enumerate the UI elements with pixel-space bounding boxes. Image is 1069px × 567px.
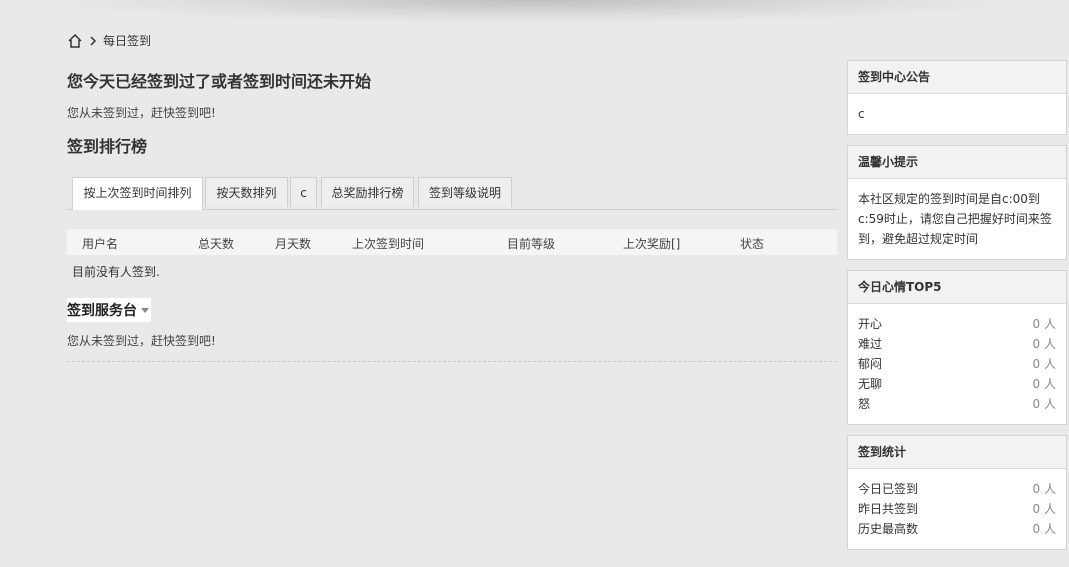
mood-label: 郁闷 — [858, 357, 883, 371]
mood-label: 怒 — [858, 397, 871, 411]
tip-body: 本社区规定的签到时间是自c:00到c:59时止，请您自己把握好时间来签到，避免超… — [858, 192, 1052, 246]
list-item: 历史最高数 0 人 — [858, 519, 1056, 539]
notice-body: c — [858, 107, 865, 121]
stat-value: 0 人 — [1032, 482, 1056, 496]
service-desk-label: 签到服务台 — [67, 303, 137, 319]
tab-total-reward[interactable]: 总奖励排行榜 — [321, 177, 414, 207]
breadcrumb: 每日签到 — [67, 32, 151, 49]
tab-c[interactable]: c — [290, 177, 317, 207]
col-last-reward: 上次奖励[] — [623, 237, 681, 251]
service-message: 您从未签到过，赶快签到吧! — [67, 332, 837, 362]
mood-label: 无聊 — [858, 377, 883, 391]
list-item: 郁闷 0 人 — [858, 354, 1056, 374]
main-content: 您今天已经签到过了或者签到时间还未开始 您从未签到过，赶快签到吧! 签到排行榜 … — [67, 70, 837, 362]
mood-label: 难过 — [858, 337, 883, 351]
mood-value: 0 人 — [1032, 397, 1056, 411]
sidebar: 签到中心公告 c 温馨小提示 本社区规定的签到时间是自c:00到c:59时止，请… — [847, 60, 1067, 560]
mood-value: 0 人 — [1032, 357, 1056, 371]
mood-value: 0 人 — [1032, 337, 1056, 351]
page: 每日签到 您今天已经签到过了或者签到时间还未开始 您从未签到过，赶快签到吧! 签… — [0, 0, 1069, 567]
home-icon[interactable] — [67, 33, 83, 49]
col-total-days: 总天数 — [198, 237, 235, 251]
list-item: 今日已签到 0 人 — [858, 479, 1056, 499]
tip-box: 温馨小提示 本社区规定的签到时间是自c:00到c:59时止，请您自己把握好时间来… — [847, 145, 1067, 260]
notice-title: 签到中心公告 — [848, 61, 1066, 94]
stat-value: 0 人 — [1032, 502, 1056, 516]
stats-box: 签到统计 今日已签到 0 人 昨日共签到 0 人 历史最高数 0 人 — [847, 435, 1067, 550]
col-username: 用户名 — [82, 237, 119, 251]
list-item: 怒 0 人 — [858, 394, 1056, 414]
stats-title: 签到统计 — [848, 436, 1066, 469]
mood-label: 开心 — [858, 317, 883, 331]
mood-value: 0 人 — [1032, 317, 1056, 331]
stat-label: 历史最高数 — [858, 522, 919, 536]
list-item: 开心 0 人 — [858, 314, 1056, 334]
col-last-sign-time: 上次签到时间 — [352, 237, 425, 251]
stat-value: 0 人 — [1032, 522, 1056, 536]
ranking-tabs: 按上次签到时间排列 按天数排列 c 总奖励排行榜 签到等级说明 — [67, 177, 837, 210]
table-header: 用户名 总天数 月天数 上次签到时间 目前等级 上次奖励[] 状态 — [67, 229, 837, 255]
page-title: 您今天已经签到过了或者签到时间还未开始 — [67, 72, 372, 91]
col-month-days: 月天数 — [275, 237, 312, 251]
tab-level-info[interactable]: 签到等级说明 — [418, 177, 512, 207]
caret-down-icon — [141, 307, 149, 313]
list-item: 昨日共签到 0 人 — [858, 499, 1056, 519]
mood-box: 今日心情TOP5 开心 0 人 难过 0 人 郁闷 0 人 无聊 0 人 怒 0 人 — [847, 270, 1067, 425]
tab-by-days[interactable]: 按天数排列 — [205, 177, 288, 207]
not-signed-message: 您从未签到过，赶快签到吧! — [67, 106, 216, 120]
top-shadow — [0, 0, 1069, 24]
mood-title: 今日心情TOP5 — [848, 271, 1066, 304]
mood-value: 0 人 — [1032, 377, 1056, 391]
col-status: 状态 — [740, 237, 765, 251]
table-empty-message: 目前没有人签到. — [72, 265, 160, 279]
list-item: 无聊 0 人 — [858, 374, 1056, 394]
notice-box: 签到中心公告 c — [847, 60, 1067, 135]
tab-by-last-sign-time[interactable]: 按上次签到时间排列 — [72, 177, 203, 210]
stat-label: 今日已签到 — [858, 482, 919, 496]
stats-list: 今日已签到 0 人 昨日共签到 0 人 历史最高数 0 人 — [848, 469, 1066, 549]
ranking-title: 签到排行榜 — [67, 137, 148, 156]
col-current-level: 目前等级 — [507, 237, 556, 251]
tip-title: 温馨小提示 — [848, 146, 1066, 179]
stat-label: 昨日共签到 — [858, 502, 919, 516]
mood-list: 开心 0 人 难过 0 人 郁闷 0 人 无聊 0 人 怒 0 人 — [848, 304, 1066, 424]
chevron-right-icon — [90, 35, 97, 46]
breadcrumb-current[interactable]: 每日签到 — [103, 32, 151, 49]
service-desk-dropdown[interactable]: 签到服务台 — [67, 298, 151, 322]
list-item: 难过 0 人 — [858, 334, 1056, 354]
